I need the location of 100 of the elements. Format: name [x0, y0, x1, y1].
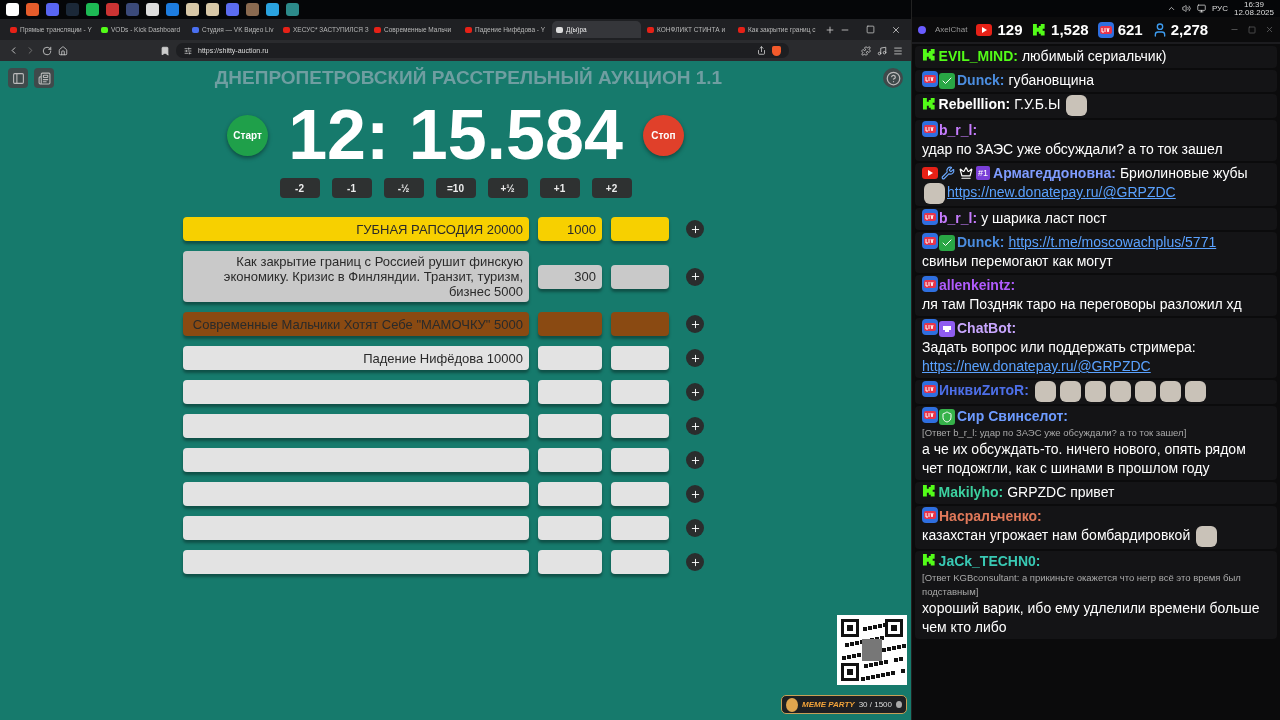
count-value: 2,278	[1170, 21, 1209, 38]
reload-icon[interactable]	[42, 45, 52, 56]
tab-favicon-icon	[556, 26, 563, 33]
volume-icon[interactable]	[1181, 4, 1191, 13]
lot-add-amount-field[interactable]	[611, 264, 669, 289]
emote-icon	[1109, 381, 1131, 402]
add-button[interactable]	[686, 267, 704, 286]
lot-amount-field[interactable]	[538, 414, 602, 438]
count-value: 621	[1117, 21, 1143, 38]
add-button[interactable]	[686, 315, 704, 333]
list-view-button[interactable]	[34, 68, 54, 88]
taskbar-app-icon[interactable]	[186, 3, 199, 16]
emote-icon	[1066, 95, 1088, 116]
lot-name-field[interactable]: Падение Нифёдова 10000	[183, 346, 529, 370]
chat-author: b_r_l:	[939, 210, 978, 226]
help-button[interactable]	[883, 68, 903, 88]
verified-badge-icon	[939, 73, 955, 89]
lot-amount-field[interactable]	[538, 380, 602, 404]
clock[interactable]: 16:39 12.08.2025	[1233, 0, 1274, 17]
stop-button[interactable]: Стоп	[642, 114, 684, 156]
plus-icon	[689, 454, 701, 466]
plus-icon	[689, 352, 701, 364]
tab-favicon-icon	[647, 26, 654, 33]
lot-name-field[interactable]	[183, 448, 529, 472]
time-adjust-button[interactable]: -1	[331, 178, 372, 198]
add-button[interactable]	[686, 519, 704, 537]
live-badge-icon	[922, 319, 938, 335]
lot-amount-field[interactable]	[538, 448, 602, 472]
lot-add-amount-field[interactable]	[611, 482, 669, 506]
time-adjust-button[interactable]: +2	[591, 178, 632, 198]
lot-amount-field[interactable]	[538, 346, 602, 370]
lot-add-amount-field[interactable]	[611, 217, 669, 241]
lot-amount-field[interactable]: 1000	[538, 217, 602, 241]
lot-name-field[interactable]	[183, 414, 529, 438]
add-button[interactable]	[686, 485, 704, 503]
add-button[interactable]	[686, 383, 704, 401]
bookmark-icon[interactable]	[160, 45, 170, 56]
network-icon[interactable]	[1196, 4, 1206, 13]
taskbar-app-icon[interactable]	[246, 3, 259, 16]
taskbar-app-icon[interactable]	[46, 3, 59, 16]
lot-amount-field[interactable]	[538, 516, 602, 540]
lot-add-amount-field[interactable]	[611, 312, 669, 336]
time-adjust-button[interactable]: =10	[435, 178, 476, 198]
new-tab-icon[interactable]	[825, 24, 835, 35]
taskbar-app-icon[interactable]	[226, 3, 239, 16]
add-button[interactable]	[686, 220, 704, 238]
lot-add-amount-field[interactable]	[611, 550, 669, 574]
add-button[interactable]	[686, 417, 704, 435]
add-button[interactable]	[686, 349, 704, 367]
chat-author: Насральченко:	[939, 508, 1042, 524]
home-icon[interactable]	[58, 45, 68, 56]
shield-icon[interactable]	[772, 45, 781, 56]
lot-amount-field[interactable]: 300	[538, 264, 602, 289]
music-icon[interactable]	[877, 45, 887, 56]
time-adjust-button[interactable]: +1	[539, 178, 580, 198]
lot-name-field[interactable]	[183, 550, 529, 574]
lot-amount-field[interactable]	[538, 550, 602, 574]
lot-add-amount-field[interactable]	[611, 414, 669, 438]
lot-add-amount-field[interactable]	[611, 346, 669, 370]
tray-expand-icon[interactable]	[1166, 4, 1176, 13]
lot-name-field[interactable]: Как закрытие границ с Россией рушит финскую экономику. Кризис в Финляндии. Транзит, туризм, бизнес 5000	[183, 251, 529, 302]
time-adjust-button[interactable]: -½	[383, 178, 424, 198]
lot-name-field[interactable]: ГУБНАЯ РАПСОДИЯ 20000	[183, 217, 529, 241]
taskbar-app-icon[interactable]	[106, 3, 119, 16]
reply-quote: [Ответ KGBconsultant: а прикиньте окажется что негр всё это время был подставным]	[922, 571, 1242, 599]
plus-icon	[689, 556, 701, 568]
taskbar-app-icon[interactable]	[206, 3, 219, 16]
menu-icon[interactable]	[893, 45, 903, 56]
lot-name-field[interactable]	[183, 516, 529, 540]
lot-amount-field[interactable]	[538, 482, 602, 506]
message-link[interactable]: https://new.donatepay.ru/@GRPZDC	[922, 358, 1151, 374]
taskbar-app-icon[interactable]	[166, 3, 179, 16]
message-link[interactable]: https://new.donatepay.ru/@GRPZDC	[947, 184, 1176, 201]
taskbar-app-icon[interactable]	[286, 3, 299, 16]
lot-name-field[interactable]	[183, 482, 529, 506]
lot-add-amount-field[interactable]	[611, 380, 669, 404]
time-adjust-button[interactable]: -2	[279, 178, 320, 198]
lot-add-amount-field[interactable]	[611, 516, 669, 540]
site-settings-icon[interactable]	[184, 46, 192, 55]
sidebar-toggle-button[interactable]	[8, 68, 28, 88]
lot-name-field[interactable]	[183, 380, 529, 404]
emote-icon	[1184, 381, 1206, 402]
time-adjust-button[interactable]: +½	[487, 178, 528, 198]
taskbar-app-icon[interactable]	[26, 3, 39, 16]
chat-author: Makilyho:	[938, 484, 1004, 500]
language-indicator[interactable]: РУС	[1211, 4, 1228, 13]
close-icon[interactable]	[891, 24, 901, 35]
extension-icon[interactable]	[861, 45, 871, 56]
lot-amount-field[interactable]	[538, 312, 602, 336]
tab-favicon-icon	[738, 26, 745, 33]
add-button[interactable]	[686, 553, 704, 571]
taskbar-app-icon[interactable]	[266, 3, 279, 16]
lot-add-amount-field[interactable]	[611, 448, 669, 472]
message-text: GRPZDC привет	[1007, 483, 1115, 502]
share-icon[interactable]	[757, 46, 766, 55]
message-link[interactable]: https://t.me/moscowachplus/5771	[1008, 234, 1217, 250]
add-button[interactable]	[686, 451, 704, 469]
taskbar-app-icon[interactable]	[86, 3, 99, 16]
taskbar-app-icon[interactable]	[6, 3, 19, 16]
taskbar-app-icon[interactable]	[146, 3, 159, 16]
